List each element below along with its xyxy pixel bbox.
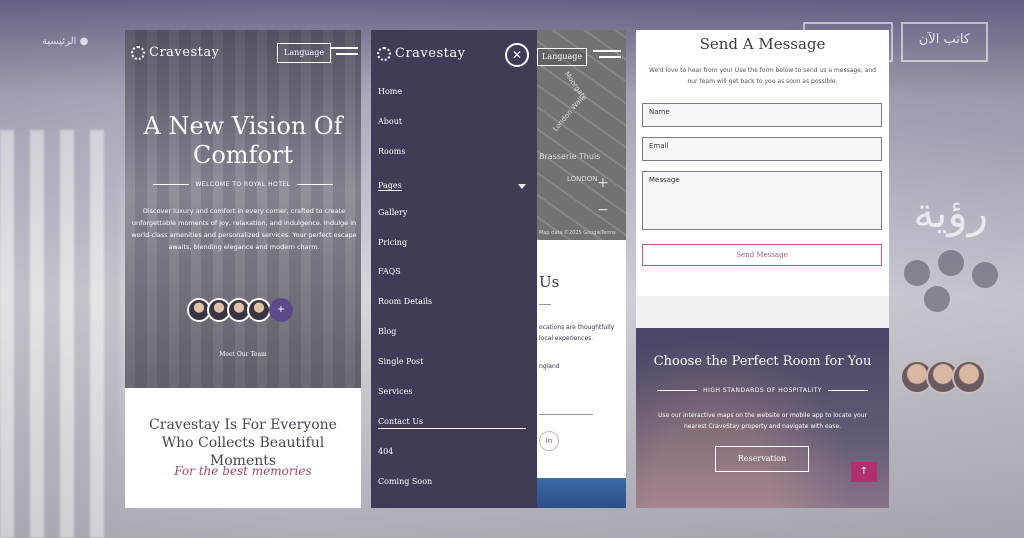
- close-icon[interactable]: ✕: [505, 43, 529, 67]
- message-field[interactable]: Message: [642, 171, 882, 230]
- menu-item-404[interactable]: 404: [378, 445, 526, 459]
- language-button[interactable]: Language: [277, 43, 332, 63]
- logo-text: Cravestay: [149, 45, 220, 60]
- background-heading: رؤية: [913, 188, 988, 237]
- contact-heading-fragment: Us: [539, 273, 560, 291]
- flower-logo-icon: [131, 45, 145, 60]
- hamburger-menu-icon[interactable]: [330, 47, 358, 61]
- menu-item-gallery[interactable]: Gallery: [378, 206, 526, 220]
- room-section-title: Choose the Perfect Room for You: [653, 354, 872, 369]
- pool-image: [537, 478, 626, 508]
- hero-description: Discover luxury and comfort in every cor…: [131, 207, 357, 251]
- linkedin-icon[interactable]: in: [539, 431, 559, 451]
- scroll-to-top-icon[interactable]: ↑: [851, 462, 877, 482]
- logo-text: Cravestay: [395, 46, 466, 61]
- menu-item-pages[interactable]: Pages: [378, 179, 526, 193]
- map-zoom-in-button[interactable]: +: [595, 175, 611, 191]
- language-button[interactable]: Language: [537, 48, 588, 66]
- menu-item-coming-soon[interactable]: Coming Soon: [378, 475, 526, 489]
- menu-item-about[interactable]: About: [378, 115, 526, 129]
- hero-subtitle: WELCOME TO ROYAL HOTEL: [125, 181, 361, 188]
- menu-item-home[interactable]: Home: [378, 85, 526, 99]
- hamburger-menu-icon[interactable]: [593, 50, 621, 64]
- hero-title-line2: Comfort: [192, 141, 294, 169]
- map-place-label: Brasserie Thuis: [539, 152, 601, 161]
- phone-home-screen: Cravestay Language A New Vision Of Comfo…: [125, 30, 361, 508]
- background-nav-text: الرئيسية ●: [42, 36, 89, 47]
- map-terms-link[interactable]: Terms: [601, 230, 616, 236]
- chevron-down-icon: [518, 184, 526, 189]
- menu-item-services[interactable]: Services: [378, 385, 526, 399]
- form-description: We'd love to hear from you! Use the form…: [649, 67, 876, 85]
- more-team-button[interactable]: +: [269, 298, 293, 322]
- phone-menu-screen: Moorgate London Wall Brasserie Thuis LON…: [371, 30, 626, 508]
- hero-title-line1: A New Vision Of: [143, 112, 343, 140]
- script-tagline: For the best memories: [174, 464, 312, 478]
- menu-item-room-details[interactable]: Room Details: [378, 295, 526, 309]
- menu-item-blog[interactable]: Blog: [378, 325, 526, 339]
- map-zoom-out-button[interactable]: −: [595, 202, 611, 218]
- map-area-label: LONDON: [567, 175, 598, 183]
- background-button-2: كاتب الآن: [900, 22, 988, 62]
- divider: [539, 304, 551, 305]
- contact-address: ngland: [539, 363, 560, 370]
- menu-item-pricing[interactable]: Pricing: [378, 236, 526, 250]
- background-building: [0, 130, 120, 538]
- flower-logo-icon: [377, 46, 391, 61]
- contact-text: local experiences.: [539, 335, 594, 342]
- map-copyright: Map data ©2025 Google: [539, 230, 601, 236]
- form-title: Send A Message: [699, 35, 826, 53]
- reservation-button[interactable]: Reservation: [715, 446, 809, 472]
- phone-contact-screen: Send A Message We'd love to hear from yo…: [636, 30, 889, 508]
- menu-item-single-post[interactable]: Single Post: [378, 355, 526, 369]
- divider: [539, 414, 593, 415]
- room-section-subtitle: HIGH STANDARDS OF HOSPITALITY: [636, 387, 889, 394]
- section-heading: Cravestay Is For Everyone Who Collects B…: [149, 417, 337, 469]
- spacer: [636, 296, 889, 328]
- map-street-label: London Wall: [551, 95, 586, 133]
- background-avatars: [900, 360, 986, 394]
- name-field[interactable]: Name: [642, 103, 882, 127]
- hero-title: A New Vision Of Comfort: [125, 112, 361, 170]
- room-section: Choose the Perfect Room for You HIGH STA…: [636, 328, 889, 508]
- menu-item-faqs[interactable]: FAQS: [378, 265, 526, 279]
- logo[interactable]: Cravestay: [377, 46, 465, 61]
- hero-section: Cravestay Language A New Vision Of Comfo…: [125, 30, 361, 388]
- logo[interactable]: Cravestay: [131, 45, 219, 60]
- meet-team-link[interactable]: Meet Our Team: [125, 351, 361, 358]
- menu-item-rooms[interactable]: Rooms: [378, 145, 526, 159]
- menu-item-contact-us[interactable]: Contact Us: [378, 415, 526, 429]
- room-section-description: Use our interactive maps on the website …: [658, 412, 867, 430]
- avatar: [247, 298, 271, 322]
- menu-item-label: Pages: [378, 181, 402, 191]
- send-message-button[interactable]: Send Message: [642, 244, 882, 266]
- side-menu: Cravestay ✕ Home About Rooms Pages Galle…: [371, 30, 537, 508]
- team-avatars: +: [187, 298, 293, 322]
- contact-text: ocations are thoughtfully: [539, 324, 615, 331]
- email-field[interactable]: Email: [642, 137, 882, 161]
